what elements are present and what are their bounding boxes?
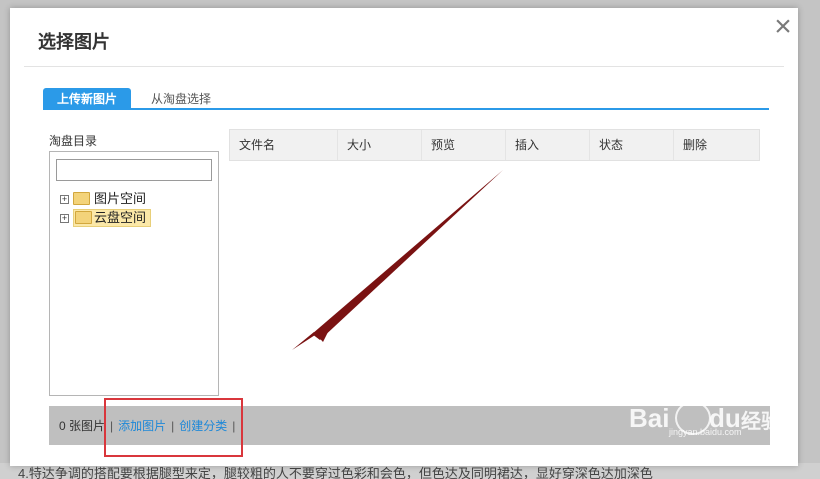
- column-header-status: 状态: [590, 130, 674, 160]
- arrow-shaft: [312, 170, 503, 340]
- baidu-jingyan-watermark: Bai du 经验 jingyan.baidu.com: [629, 397, 781, 443]
- tab-underline: [43, 108, 769, 110]
- expand-icon[interactable]: +: [60, 195, 69, 205]
- column-header-filename: 文件名: [230, 130, 338, 160]
- tree-node-label[interactable]: 图片空间: [92, 191, 148, 206]
- column-header-size: 大小: [338, 130, 422, 160]
- folder-icon: [73, 192, 90, 206]
- watermark-jingyan: 经验: [741, 411, 781, 433]
- directory-search-input[interactable]: [56, 159, 212, 181]
- title-divider: [24, 66, 784, 67]
- tree-node-label[interactable]: 云盘空间: [94, 210, 146, 225]
- close-icon[interactable]: ×: [768, 12, 798, 44]
- dialog-title: 选择图片: [38, 32, 110, 52]
- tree-node-image-space[interactable]: + 图片空间: [60, 191, 148, 207]
- annotation-highlight-box: [104, 398, 243, 457]
- tab-upload-new-image[interactable]: 上传新图片: [43, 88, 132, 110]
- folder-icon: [75, 211, 92, 225]
- directory-label: 淘盘目录: [49, 134, 98, 148]
- column-header-insert: 插入: [506, 130, 590, 160]
- image-count: 0 张图片: [59, 419, 106, 433]
- tree-node-cloud-space[interactable]: + 云盘空间: [60, 209, 152, 227]
- watermark-url: jingyan.baidu.com: [669, 427, 742, 437]
- tab-bar: 上传新图片 从淘盘选择: [43, 88, 769, 110]
- file-table-header: 文件名 大小 预览 插入 状态 删除: [229, 129, 760, 161]
- annotation-arrow: [292, 170, 503, 350]
- tab-select-from-taopan[interactable]: 从淘盘选择: [137, 88, 225, 110]
- selected-node-highlight: 云盘空间: [73, 209, 152, 227]
- watermark-bai: Bai: [629, 403, 670, 433]
- column-header-preview: 预览: [422, 130, 506, 160]
- column-header-delete: 删除: [683, 138, 708, 152]
- expand-icon[interactable]: +: [60, 214, 69, 224]
- directory-tree: + 图片空间 + 云盘空间: [49, 151, 219, 396]
